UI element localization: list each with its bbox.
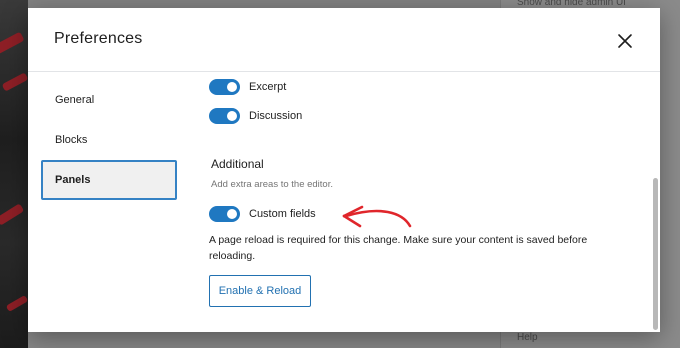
section-title-additional: Additional	[211, 157, 264, 171]
close-icon	[618, 34, 632, 48]
background-decoration	[5, 294, 29, 313]
menu-item-help: Help	[517, 332, 538, 343]
toggle-switch[interactable]	[209, 108, 240, 124]
tab-blocks[interactable]: Blocks	[41, 120, 177, 160]
editor-background-left	[0, 0, 29, 348]
editor-background-top	[28, 0, 500, 8]
tab-panels[interactable]: Panels	[41, 160, 177, 200]
toggle-custom-fields[interactable]: Custom fields	[209, 206, 316, 222]
toggle-knob	[227, 209, 237, 219]
toggle-excerpt[interactable]: Excerpt	[209, 79, 286, 95]
editor-background-bottom	[28, 332, 500, 348]
tab-general[interactable]: General	[41, 80, 177, 120]
toggle-label: Discussion	[249, 110, 303, 122]
modal-header: Preferences	[28, 8, 660, 72]
close-button[interactable]	[612, 28, 638, 54]
toggle-label: Excerpt	[249, 81, 287, 93]
background-decoration	[0, 203, 25, 226]
toggle-knob	[227, 111, 237, 121]
enable-and-reload-button[interactable]: Enable & Reload	[209, 275, 311, 307]
toggle-switch[interactable]	[209, 206, 240, 222]
background-decoration	[0, 31, 25, 55]
preferences-modal: Preferences General Blocks Panels Excerp…	[28, 8, 660, 332]
panels-content: Excerpt Discussion Additional Add extra …	[188, 72, 644, 332]
menu-item-show-hide-admin-ui: Show and hide admin UI	[517, 0, 626, 8]
modal-title: Preferences	[54, 30, 143, 47]
scrollbar-thumb[interactable]	[653, 178, 658, 330]
annotation-arrow-icon	[342, 205, 412, 228]
toggle-discussion[interactable]: Discussion	[209, 108, 302, 124]
reload-notice: A page reload is required for this chang…	[209, 234, 588, 262]
toggle-knob	[227, 82, 237, 92]
background-decoration	[1, 72, 29, 92]
preferences-sidebar: General Blocks Panels	[28, 72, 188, 332]
toggle-switch[interactable]	[209, 79, 240, 95]
toggle-label: Custom fields	[249, 208, 316, 220]
section-description: Add extra areas to the editor.	[211, 179, 333, 190]
